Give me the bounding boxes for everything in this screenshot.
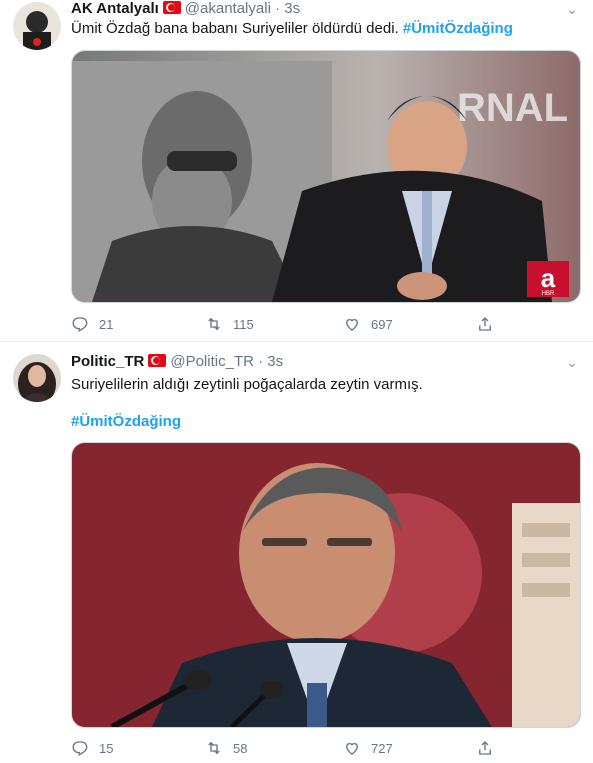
share-icon <box>479 741 491 755</box>
display-name[interactable]: AK Antalyalı <box>71 0 159 17</box>
hashtag-link[interactable]: #ÜmitÖzdağing <box>71 412 181 432</box>
reply-count: 15 <box>99 740 114 756</box>
tweet-2[interactable]: Politic_TR @Politic_TR · 3s ⌄ Suriyeliler… <box>0 342 593 763</box>
tweet-actions: 21 115 697 <box>71 315 501 335</box>
channel-sub-text: HBR <box>542 291 555 297</box>
studio-overlay-text: RNAL <box>457 86 568 130</box>
separator-dot: · <box>258 353 264 370</box>
channel-logo-text: a <box>541 263 556 293</box>
user-handle[interactable]: @akantalyali <box>185 0 271 17</box>
reply-button[interactable]: 21 <box>71 315 113 333</box>
heart-icon <box>346 318 358 331</box>
retweet-icon <box>208 317 220 331</box>
tweet-image[interactable] <box>71 442 581 728</box>
turkey-flag-icon <box>148 354 167 367</box>
like-button[interactable]: 697 <box>343 315 393 333</box>
reply-count: 21 <box>99 316 114 332</box>
user-handle[interactable]: @Politic_TR <box>170 353 254 370</box>
tweet-actions: 15 58 727 <box>71 739 501 759</box>
reply-icon <box>72 741 88 756</box>
hashtag-link[interactable]: #ÜmitÖzdağing <box>403 20 513 37</box>
reply-button[interactable]: 15 <box>71 739 113 757</box>
retweet-count: 115 <box>233 316 254 332</box>
chevron-down-icon[interactable]: ⌄ <box>563 0 581 18</box>
retweet-count: 58 <box>233 740 248 756</box>
retweet-icon <box>208 741 220 755</box>
avatar[interactable] <box>13 354 61 402</box>
tweet-1[interactable]: AK Antalyalı @akantalyali · 3s ⌄ Ümit Özd… <box>0 0 593 342</box>
tweet-text: Ümit Özdağ bana babanı Suriyeliler öldür… <box>71 19 513 39</box>
like-count: 727 <box>371 740 393 756</box>
share-button[interactable] <box>476 315 494 333</box>
heart-icon <box>346 742 358 755</box>
share-button[interactable] <box>476 739 494 757</box>
chevron-down-icon[interactable]: ⌄ <box>563 353 581 371</box>
like-button[interactable]: 727 <box>343 739 393 757</box>
tweet-image[interactable]: RNAL a HBR <box>71 50 581 303</box>
turkey-flag-icon <box>162 1 181 14</box>
tweet-body: Suriyelilerin aldığı zeytinli poğaçalard… <box>71 376 423 393</box>
tweet-body: Ümit Özdağ bana babanı Suriyeliler öldür… <box>71 20 399 37</box>
share-icon <box>479 317 491 331</box>
display-name[interactable]: Politic_TR <box>71 353 144 370</box>
retweet-button[interactable]: 58 <box>205 739 247 757</box>
avatar[interactable] <box>13 2 61 50</box>
timestamp[interactable]: 3s <box>267 353 283 370</box>
retweet-button[interactable]: 115 <box>205 315 254 333</box>
timestamp[interactable]: 3s <box>284 0 300 17</box>
like-count: 697 <box>371 316 393 332</box>
reply-icon <box>72 317 88 332</box>
separator-dot: · <box>275 0 281 17</box>
